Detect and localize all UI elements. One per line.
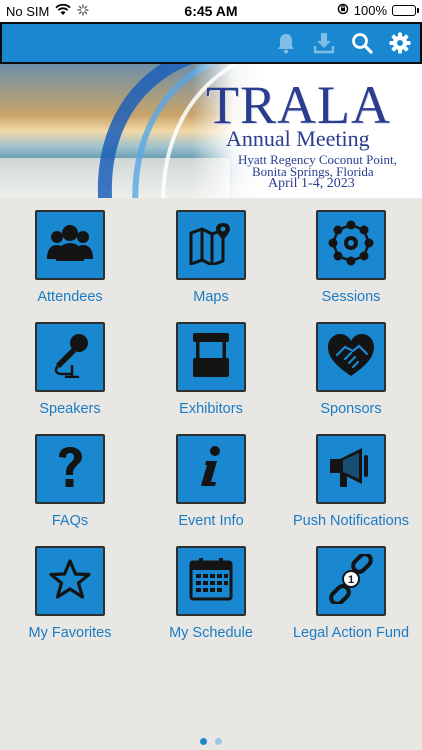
info-icon <box>197 445 225 494</box>
menu-item-my-favorites[interactable]: My Favorites <box>0 534 140 646</box>
battery-percent: 100% <box>353 3 387 18</box>
status-right: 100% <box>337 3 419 18</box>
download-button[interactable] <box>312 29 336 57</box>
battery-icon <box>392 5 419 16</box>
menu-item-push-notifications[interactable]: Push Notifications <box>281 422 421 534</box>
menu-item-label: My Schedule <box>169 625 253 641</box>
notifications-button[interactable] <box>274 29 298 57</box>
menu-item-my-schedule[interactable]: My Schedule <box>141 534 281 646</box>
question-icon <box>55 445 85 494</box>
banner-subtitle: Annual Meeting <box>226 126 370 151</box>
exhibitors-tile <box>176 322 246 392</box>
menu-item-label: Legal Action Fund <box>292 625 410 641</box>
microphone-icon <box>48 332 92 383</box>
star-icon <box>48 558 92 605</box>
svg-text:1: 1 <box>348 574 354 586</box>
booth-icon <box>191 332 231 383</box>
menu-item-label: Event Info <box>178 513 244 529</box>
heart-handshake-icon <box>327 333 375 382</box>
megaphone-icon <box>328 445 374 494</box>
search-icon <box>351 32 373 54</box>
map-icon <box>188 221 234 270</box>
menu-item-label: Exhibitors <box>179 401 243 417</box>
top-toolbar <box>0 22 422 64</box>
menu-item-label: FAQs <box>51 513 89 529</box>
toolbar-actions <box>274 29 412 57</box>
legal-action-fund-tile: 1 <box>316 546 386 616</box>
menu-item-label: Push Notifications <box>292 513 410 529</box>
attendees-tile <box>35 210 105 280</box>
status-bar: No SIM 6:45 AM 100% <box>0 0 422 22</box>
chain-link-icon: 1 <box>326 551 376 609</box>
speakers-tile <box>35 322 105 392</box>
menu-item-label: Attendees <box>37 289 103 305</box>
push-notifications-tile <box>316 434 386 504</box>
search-button[interactable] <box>350 29 374 57</box>
bell-icon <box>276 32 296 54</box>
my-favorites-tile <box>35 546 105 616</box>
faqs-tile <box>35 434 105 504</box>
menu-item-sessions[interactable]: Sessions <box>281 198 421 310</box>
menu-item-sponsors[interactable]: Sponsors <box>281 310 421 422</box>
maps-tile <box>176 210 246 280</box>
people-icon <box>46 223 94 268</box>
page-indicator[interactable] <box>0 738 422 745</box>
menu-item-label: My Favorites <box>28 625 112 641</box>
menu-item-attendees[interactable]: Attendees <box>0 198 140 310</box>
banner-dates: April 1-4, 2023 <box>268 176 355 191</box>
menu-item-faqs[interactable]: FAQs <box>0 422 140 534</box>
menu-item-maps[interactable]: Maps <box>141 198 281 310</box>
menu-item-speakers[interactable]: Speakers <box>0 310 140 422</box>
download-icon <box>313 32 335 54</box>
sponsors-tile <box>316 322 386 392</box>
my-schedule-tile <box>176 546 246 616</box>
menu-item-label: Sponsors <box>320 401 382 417</box>
menu-item-label: Maps <box>193 289 229 305</box>
page-dot-active[interactable] <box>200 738 207 745</box>
gear-icon <box>389 32 411 54</box>
page-dot[interactable] <box>215 738 222 745</box>
event-info-tile <box>176 434 246 504</box>
menu-item-exhibitors[interactable]: Exhibitors <box>141 310 281 422</box>
event-banner: TRALA Annual Meeting Hyatt Regency Cocon… <box>0 64 422 198</box>
sessions-tile <box>316 210 386 280</box>
menu-item-label: Speakers <box>39 401 101 417</box>
menu-item-legal-action-fund[interactable]: 1 Legal Action Fund <box>281 534 421 646</box>
menu-item-label: Sessions <box>321 289 381 305</box>
network-icon <box>328 220 374 271</box>
settings-button[interactable] <box>388 29 412 57</box>
menu-item-event-info[interactable]: Event Info <box>141 422 281 534</box>
orientation-lock-icon <box>337 3 349 18</box>
calendar-icon <box>189 557 233 606</box>
